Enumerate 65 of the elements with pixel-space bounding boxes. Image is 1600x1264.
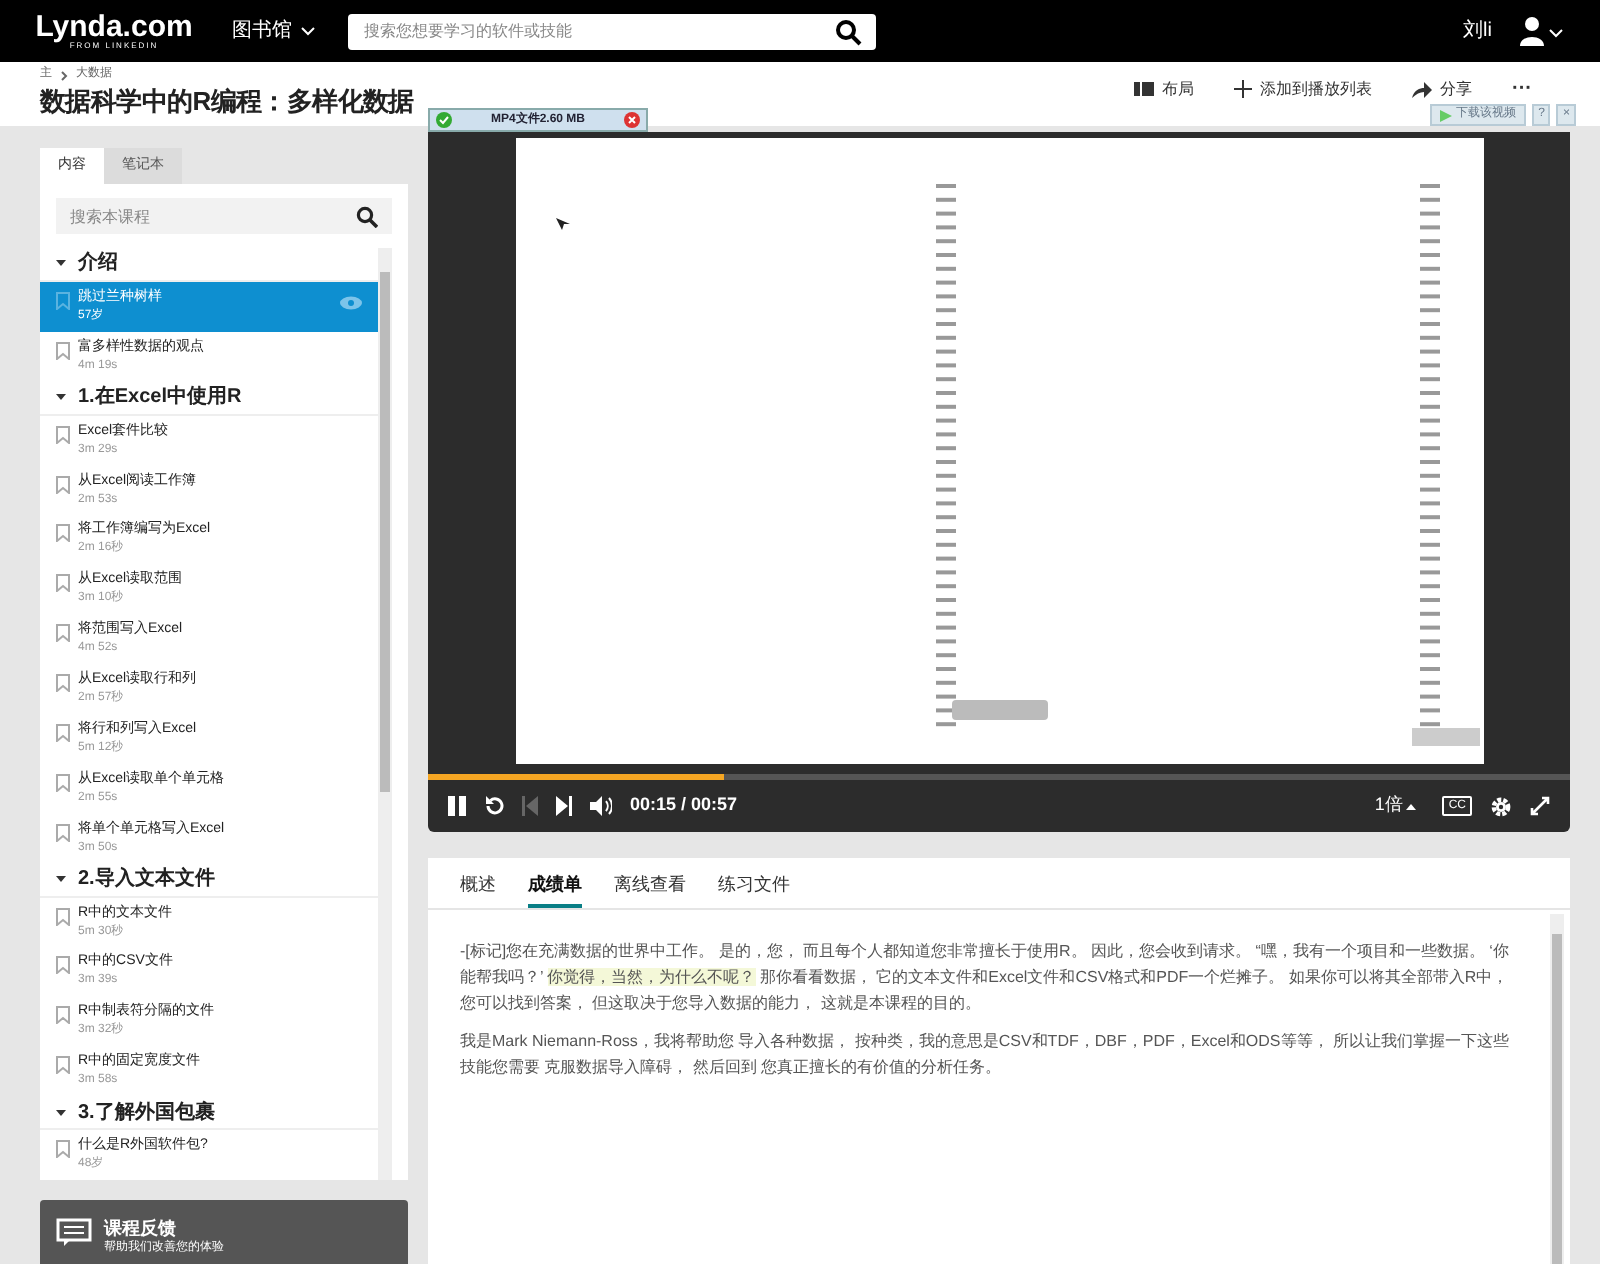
feedback-title: 课程反馈 [104, 1218, 178, 1238]
bookmark-icon[interactable] [56, 524, 70, 543]
eye-icon [340, 295, 362, 310]
settings-icon[interactable] [1490, 795, 1512, 817]
share-icon [1412, 81, 1432, 97]
close-icon[interactable] [624, 112, 640, 128]
bookmark-icon[interactable] [56, 475, 70, 494]
bookmark-icon[interactable] [56, 1006, 70, 1025]
bookmark-icon[interactable] [56, 723, 70, 742]
bookmark-icon[interactable] [56, 341, 70, 360]
transcript-paragraph: 我是Mark Niemann-Ross，我将帮助您 导入各种数据， 按种类，我的意思是CSV和TDF，DBF，PDF，Excel和ODS等等， 所以让我们掌握一下这些技能您需要 克服数据导入障碍， 然后回到 您真正擅长的有价值的分析任务。 [460, 1030, 1511, 1080]
circle-icon [436, 112, 452, 128]
section-header[interactable]: 1.在Excel中使用R [40, 381, 378, 416]
scrollbar[interactable] [378, 248, 392, 1180]
caret-down-icon [56, 874, 66, 885]
bookmark-icon[interactable] [56, 956, 70, 975]
bookmark-icon[interactable] [56, 425, 70, 444]
bookmark-icon[interactable] [56, 674, 70, 693]
chat-icon [56, 1218, 92, 1246]
section-header[interactable]: 2.导入文本文件 [40, 863, 378, 898]
play-icon [1440, 109, 1453, 121]
progress-bar[interactable] [428, 774, 1570, 780]
transcript-paragraph: -[标记]您在充满数据的世界中工作。 是的，您， 而且每个人都知道您非常擅长于使用R。 因此，您会收到请求。 “嘿，我有一个项目和一些数据。 ‘你能帮我吗？’ 你觉得，当然，为什么不呢？ 那你看看数据， 它的文本文件和Excel文件和CSV格式和PDF一个烂摊子。 如果你可以将其全部带入R中，您可以找到答案， 但这取决于您导入数据的能力， 这就是本课程的目的。 [460, 940, 1511, 1016]
section-header[interactable]: 3.了解外国包裹 [40, 1096, 378, 1131]
content-tab[interactable]: 练习文件 [718, 856, 790, 908]
fullscreen-icon[interactable] [1530, 796, 1550, 816]
user-menu-icon[interactable] [1516, 15, 1564, 47]
scrollbar[interactable] [1550, 914, 1564, 1264]
bookmark-icon[interactable] [56, 624, 70, 643]
caret-up-icon [1406, 802, 1417, 810]
add-button[interactable]: 添加到播放列表 [1234, 77, 1372, 101]
replay-icon[interactable] [484, 796, 504, 816]
layout-button[interactable]: 布局 [1134, 77, 1194, 101]
volume-icon[interactable] [590, 796, 612, 816]
bookmark-icon[interactable] [56, 907, 70, 926]
chevron-right-icon [60, 69, 68, 81]
search-button[interactable] [356, 198, 392, 234]
pause-icon[interactable] [448, 796, 466, 816]
chevron-down-icon [300, 25, 316, 37]
user-name[interactable]: 刘li [1463, 16, 1492, 46]
bookmark-icon[interactable] [56, 574, 70, 593]
bookmark-icon[interactable] [56, 1140, 70, 1159]
bookmark-icon[interactable] [56, 1056, 70, 1075]
previous-icon [522, 796, 538, 816]
search-button[interactable] [828, 13, 876, 49]
course-title: 数据科学中的R编程：多样化数据 [40, 84, 414, 120]
course-search-field[interactable]: 搜索本课程 [56, 198, 356, 234]
bookmark-icon[interactable] [56, 291, 70, 310]
caret-down-icon [56, 258, 66, 269]
content-tab[interactable]: 成绩单 [528, 856, 582, 908]
search-field[interactable]: 搜索您想要学习的软件或技能 [348, 13, 828, 49]
caret-down-icon [56, 392, 66, 403]
bookmark-icon[interactable] [56, 823, 70, 842]
bookmark-icon[interactable] [56, 773, 70, 792]
plus-icon [1234, 80, 1252, 98]
layout-icon [1134, 82, 1154, 96]
speed-button[interactable]: 1倍 [1374, 792, 1417, 820]
content-tab[interactable]: 概述 [460, 856, 496, 908]
library-menu[interactable]: 图书馆 [232, 16, 316, 46]
content-tab[interactable]: 离线查看 [614, 856, 686, 908]
next-icon[interactable] [556, 796, 572, 816]
more-button[interactable]: ··· [1512, 74, 1532, 104]
share-button[interactable]: 分享 [1412, 77, 1472, 101]
time-display: 00:15 / 00:57 [630, 792, 738, 819]
caret-down-icon [56, 1107, 66, 1118]
